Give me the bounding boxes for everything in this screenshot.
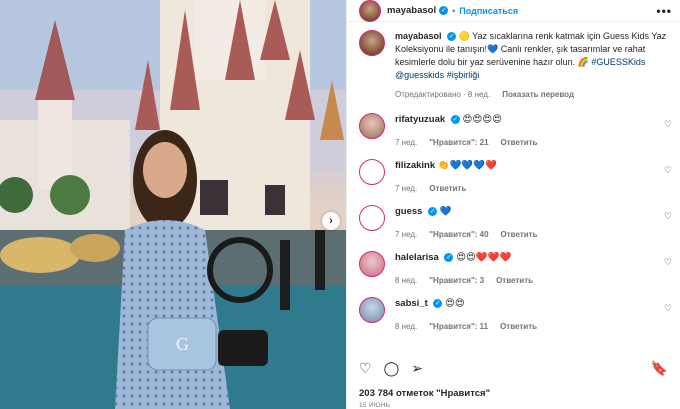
comment-item: guess ✓ 💙 7 нед. "Нравится": 40 Ответить… (347, 205, 680, 241)
reply-button[interactable]: Ответить (501, 136, 538, 149)
mention-link[interactable]: @guesskids (395, 70, 444, 80)
comment-text: 💙 (439, 206, 452, 217)
post-actions: ♡ ◯ ➢ 🔖 (359, 360, 668, 376)
comment-item: rifatyuzuak ✓ 😍😍😍😍 7 нед. "Нравится": 21… (347, 113, 680, 149)
comment-text: 👏💙💙💙❤️ (437, 160, 497, 171)
verified-icon: ✓ (447, 32, 457, 42)
post-header: mayabasol ✓ • Подписаться ••• (347, 0, 680, 22)
commenter-avatar[interactable] (359, 113, 385, 139)
like-comment-heart-icon[interactable]: ♡ (664, 303, 672, 314)
next-photo-button[interactable]: › (322, 212, 340, 230)
caption-meta: Отредактировано · 8 нед. Показать перево… (395, 88, 575, 101)
verified-icon: ✓ (439, 6, 449, 15)
likes-count[interactable]: 203 784 отметок "Нравится" (359, 388, 490, 399)
verified-icon: ✓ (450, 114, 460, 124)
comment-likes[interactable]: "Нравится": 21 (429, 136, 488, 149)
comment-age: 7 нед. (395, 138, 418, 147)
reply-button[interactable]: Ответить (500, 320, 537, 333)
commenter-avatar[interactable] (359, 297, 385, 323)
author-username[interactable]: mayabasol (387, 5, 436, 16)
comment-text: 😍😍❤️❤️❤️ (456, 252, 512, 263)
comment-item: sabsi_t ✓ 😍😍 8 нед. "Нравится": 11 Ответ… (347, 297, 680, 333)
comment-item: halelarisa ✓ 😍😍❤️❤️❤️ 8 нед. "Нравится":… (347, 251, 680, 287)
like-comment-heart-icon[interactable]: ♡ (664, 119, 672, 130)
comment-age: 7 нед. (395, 230, 418, 239)
separator-dot: • (452, 5, 456, 16)
castle-scene-illustration: G (0, 0, 346, 409)
commenter-username[interactable]: filizakink (395, 160, 435, 171)
like-comment-heart-icon[interactable]: ♡ (664, 257, 672, 268)
hashtag-link-2[interactable]: #işbirliği (447, 70, 480, 80)
verified-icon: ✓ (444, 252, 454, 262)
author-avatar[interactable] (359, 0, 381, 22)
reply-button[interactable]: Ответить (496, 274, 533, 287)
like-comment-heart-icon[interactable]: ♡ (664, 211, 672, 222)
verified-icon: ✓ (428, 206, 438, 216)
like-heart-icon[interactable]: ♡ (359, 360, 372, 377)
more-options-icon[interactable]: ••• (656, 4, 672, 18)
share-icon[interactable]: ➢ (411, 360, 423, 377)
show-translation-button[interactable]: Показать перевод (502, 88, 574, 101)
reply-button[interactable]: Ответить (501, 228, 538, 241)
comment-text: 😍😍😍😍 (462, 114, 503, 125)
svg-text:G: G (176, 334, 189, 354)
commenter-username[interactable]: rifatyuzuak (395, 114, 445, 125)
commenter-username[interactable]: sabsi_t (395, 298, 428, 309)
caption: mayabasol ✓ 🟡 Yaz sıcaklarına renk katma… (347, 30, 680, 101)
comment-age: 8 нед. (395, 276, 418, 285)
like-comment-heart-icon[interactable]: ♡ (664, 165, 672, 176)
caption-avatar[interactable] (359, 30, 385, 56)
comment-age: 8 нед. (395, 322, 418, 331)
commenter-username[interactable]: halelarisa (395, 252, 439, 263)
comment-likes[interactable]: "Нравится": 40 (429, 228, 488, 241)
caption-text: mayabasol ✓ 🟡 Yaz sıcaklarına renk katma… (395, 31, 667, 80)
reply-button[interactable]: Ответить (429, 182, 466, 195)
post-panel: mayabasol ✓ • Подписаться ••• mayabasol … (346, 0, 680, 409)
comments-scroll-area[interactable]: mayabasol ✓ 🟡 Yaz sıcaklarına renk katma… (347, 30, 680, 352)
post-photo[interactable]: G › (0, 0, 346, 409)
bookmark-icon[interactable]: 🔖 (651, 360, 668, 377)
post-date: 15 ИЮНЬ (359, 402, 391, 409)
comment-likes[interactable]: "Нравится": 11 (429, 320, 488, 333)
follow-button[interactable]: Подписаться (459, 6, 518, 16)
comment-item: filizakink 👏💙💙💙❤️ 7 нед. Ответить ♡ (347, 159, 680, 195)
commenter-username[interactable]: guess (395, 206, 422, 217)
verified-icon: ✓ (433, 298, 443, 308)
comment-likes[interactable]: "Нравится": 3 (429, 274, 484, 287)
caption-username[interactable]: mayabasol (395, 31, 442, 41)
comment-icon[interactable]: ◯ (384, 360, 400, 377)
comment-age: 7 нед. (395, 184, 418, 193)
commenter-avatar[interactable] (359, 159, 385, 185)
comment-text: 😍😍 (445, 298, 465, 309)
commenter-avatar[interactable] (359, 251, 385, 277)
commenter-avatar[interactable] (359, 205, 385, 231)
hashtag-link[interactable]: #GUESSKids (591, 57, 645, 67)
